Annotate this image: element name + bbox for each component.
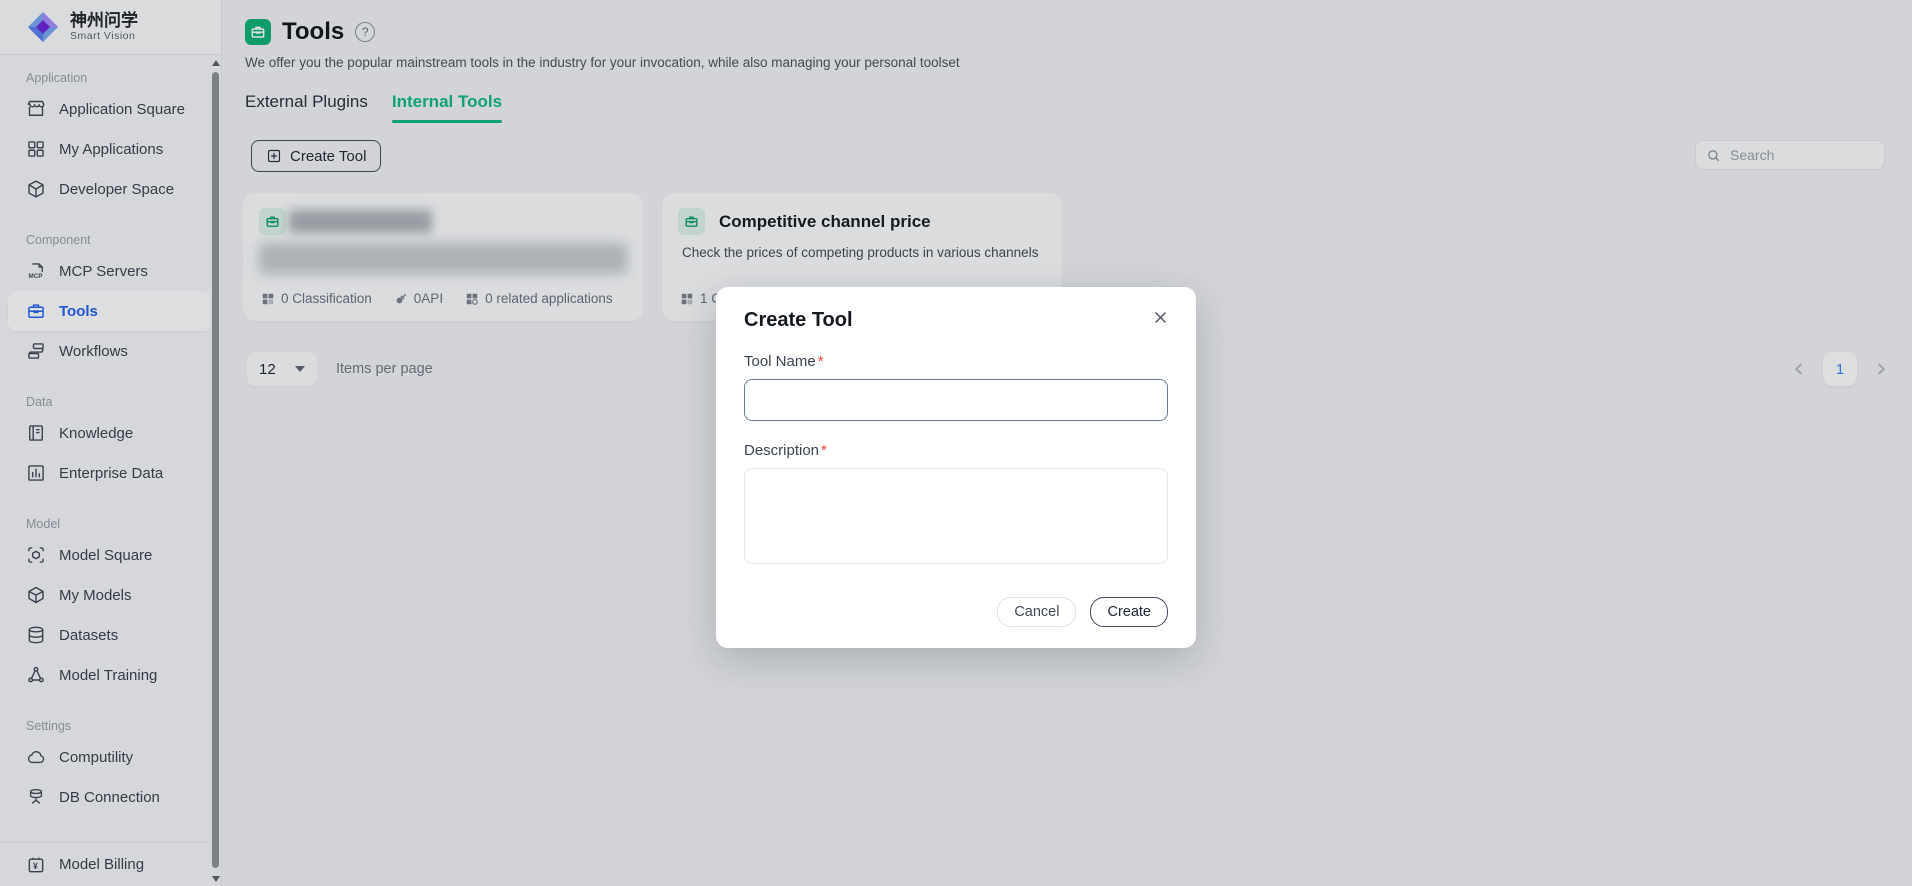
required-asterisk: * (821, 442, 827, 459)
app-root: 神州问学 Smart Vision Application Applicatio… (0, 0, 1912, 886)
description-textarea[interactable] (744, 468, 1168, 564)
description-label: Description* (744, 442, 1168, 459)
create-tool-modal: Create Tool Tool Name* Description* Canc… (716, 287, 1196, 648)
create-button[interactable]: Create (1090, 597, 1168, 627)
close-icon[interactable] (1152, 309, 1172, 329)
cancel-button[interactable]: Cancel (997, 597, 1076, 627)
modal-actions: Cancel Create (744, 597, 1168, 627)
tool-name-label: Tool Name* (744, 353, 1168, 370)
tool-name-input[interactable] (744, 379, 1168, 421)
required-asterisk: * (818, 353, 824, 370)
modal-title: Create Tool (744, 309, 1168, 332)
tool-name-label-text: Tool Name (744, 353, 816, 370)
description-label-text: Description (744, 442, 819, 459)
